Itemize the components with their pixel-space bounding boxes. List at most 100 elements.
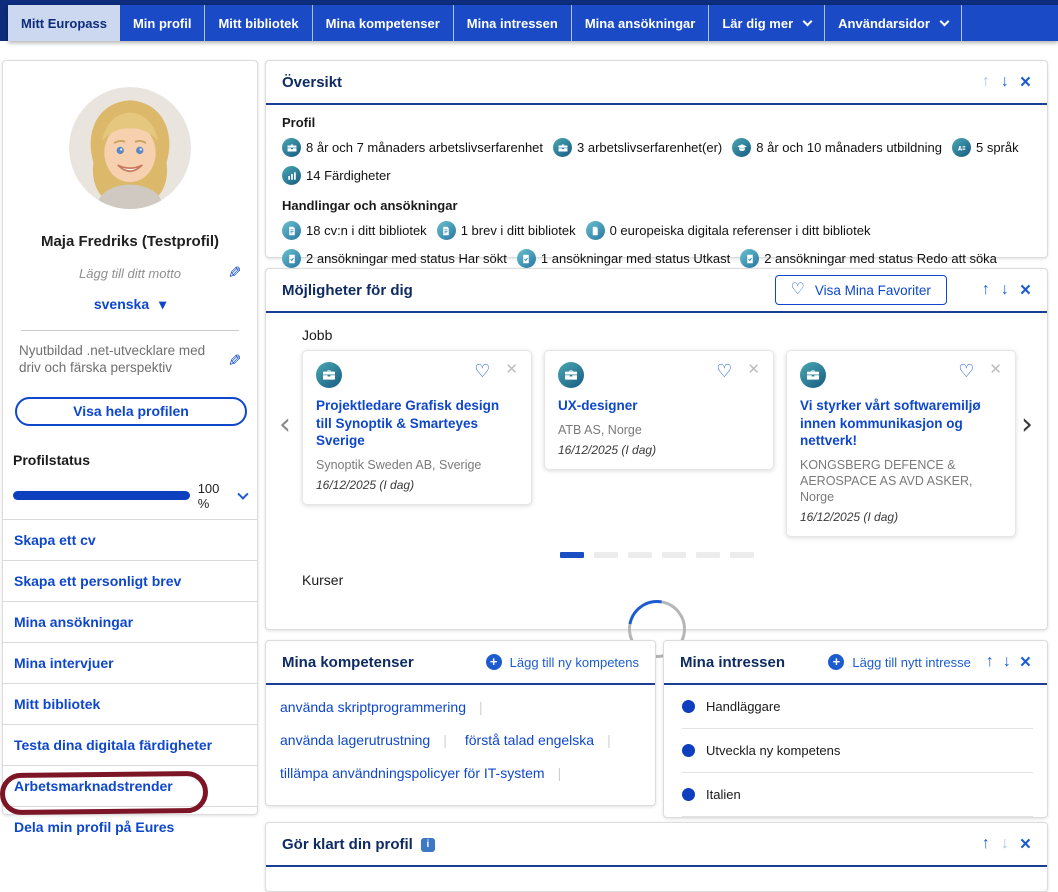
- dismiss-card-icon[interactable]: [505, 362, 518, 377]
- briefcase-icon: [800, 362, 826, 388]
- cv-document-icon: [282, 221, 301, 240]
- reference-file-icon: [586, 221, 605, 240]
- sidebar-item-testa-fardigheter[interactable]: Testa dina digitala färdigheter: [3, 725, 257, 766]
- briefcase-icon: [553, 138, 572, 157]
- close-icon[interactable]: [1020, 281, 1031, 300]
- sidebar-menu: Skapa ett cv Skapa ett personligt brev M…: [3, 519, 257, 848]
- edit-motto-pencil-icon[interactable]: [228, 263, 241, 283]
- courses-label: Kurser: [302, 572, 1047, 588]
- job-title-link[interactable]: UX-designer: [558, 397, 760, 415]
- complete-profile-panel: Gör klart din profil: [265, 822, 1048, 892]
- favorite-heart-icon[interactable]: [716, 362, 732, 380]
- stat-letters-in-library: 1 brev i ditt bibliotek: [437, 221, 576, 240]
- competence-link[interactable]: använda skriptprogrammering: [280, 699, 483, 715]
- move-up-icon[interactable]: [986, 654, 994, 670]
- stat-languages: 5 språk: [952, 138, 1019, 157]
- profile-sidebar: Maja Fredriks (Testprofil) Lägg till dit…: [2, 60, 258, 815]
- sidebar-item-dela-profil-eures[interactable]: Dela min profil på Eures: [3, 807, 257, 848]
- sidebar-item-mina-intervjuer[interactable]: Mina intervjuer: [3, 643, 257, 684]
- avatar: [69, 87, 191, 209]
- nav-tab-anvandarsidor[interactable]: Användarsidor: [825, 5, 962, 41]
- profile-name: Maja Fredriks (Testprofil): [3, 233, 257, 250]
- job-card: Vi styrker vårt softwaremiljø innen komm…: [786, 350, 1016, 537]
- profile-section-label: Profil: [282, 115, 1031, 130]
- sidebar-item-mina-ansokningar[interactable]: Mina ansökningar: [3, 602, 257, 643]
- close-icon[interactable]: [1020, 73, 1031, 92]
- profile-description: Nyutbildad .net-utvecklare med driv och …: [19, 343, 214, 377]
- sidebar-item-skapa-cv[interactable]: Skapa ett cv: [3, 520, 257, 561]
- close-icon[interactable]: [1020, 835, 1031, 854]
- triangle-down-icon: [149, 296, 166, 312]
- move-up-icon[interactable]: [982, 74, 990, 90]
- dismiss-card-icon[interactable]: [747, 362, 760, 377]
- favorite-heart-icon[interactable]: [958, 362, 974, 380]
- language-selector[interactable]: svenska: [3, 296, 257, 313]
- pagination-bar[interactable]: [696, 552, 720, 558]
- interests-list: Handläggare Utveckla ny kompetens Italie…: [664, 685, 1047, 817]
- add-competence-link[interactable]: Lägg till ny kompetens: [486, 654, 639, 670]
- bullet-icon: [682, 700, 695, 713]
- info-icon[interactable]: [421, 838, 435, 852]
- carousel-next-icon[interactable]: [1021, 407, 1033, 442]
- pagination-bar[interactable]: [594, 552, 618, 558]
- interests-title: Mina intressen: [680, 654, 785, 671]
- add-interest-link[interactable]: Lägg till nytt intresse: [828, 654, 971, 670]
- move-down-icon[interactable]: [1001, 74, 1009, 90]
- pagination-bar[interactable]: [730, 552, 754, 558]
- sidebar-item-arbetsmarknadstrender[interactable]: Arbetsmarknadstrender: [3, 766, 257, 807]
- nav-tab-lar-dig-mer[interactable]: Lär dig mer: [709, 5, 825, 41]
- sidebar-item-mitt-bibliotek[interactable]: Mitt bibliotek: [3, 684, 257, 725]
- bullet-icon: [682, 788, 695, 801]
- dismiss-card-icon[interactable]: [989, 362, 1002, 377]
- favorite-heart-icon[interactable]: [474, 362, 490, 380]
- overview-title: Översikt: [282, 74, 342, 91]
- edit-description-pencil-icon[interactable]: [228, 351, 241, 371]
- top-navigation-bar: Mitt Europass Min profil Mitt bibliotek …: [8, 5, 1058, 41]
- heart-icon: [791, 282, 805, 298]
- job-card: Projektledare Grafisk design till Synopt…: [302, 350, 532, 505]
- briefcase-icon: [558, 362, 584, 388]
- motto-placeholder[interactable]: Lägg till ditt motto: [79, 266, 181, 281]
- stat-skills: 14 Färdigheter: [282, 166, 391, 185]
- interests-panel: Mina intressen Lägg till nytt intresse H…: [663, 640, 1048, 818]
- pagination-bar[interactable]: [662, 552, 686, 558]
- view-full-profile-button[interactable]: Visa hela profilen: [15, 397, 247, 426]
- move-down-icon[interactable]: [1001, 836, 1009, 852]
- pagination-bar[interactable]: [560, 552, 584, 558]
- nav-tab-mina-ansokningar[interactable]: Mina ansökningar: [572, 5, 710, 41]
- nav-tab-mitt-bibliotek[interactable]: Mitt bibliotek: [205, 5, 312, 41]
- job-title-link[interactable]: Vi styrker vårt softwaremiljø innen komm…: [800, 397, 1002, 450]
- job-title-link[interactable]: Projektledare Grafisk design till Synopt…: [316, 397, 518, 450]
- move-down-icon[interactable]: [1003, 654, 1011, 670]
- show-favorites-button[interactable]: Visa Mina Favoriter: [775, 275, 947, 305]
- nav-tab-mina-kompetenser[interactable]: Mina kompetenser: [313, 5, 454, 41]
- interest-item: Italien: [682, 773, 1033, 817]
- carousel-prev-icon[interactable]: [279, 407, 291, 442]
- expand-status-chevron-icon[interactable]: [238, 488, 249, 499]
- move-up-icon[interactable]: [982, 836, 990, 852]
- jobs-label: Jobb: [302, 327, 1047, 343]
- nav-tab-min-profil[interactable]: Min profil: [120, 5, 206, 41]
- move-up-icon[interactable]: [982, 282, 990, 298]
- job-cards-carousel: Projektledare Grafisk design till Synopt…: [302, 350, 1047, 537]
- stat-cvs-in-library: 18 cv:n i ditt bibliotek: [282, 221, 427, 240]
- language-value: svenska: [94, 296, 149, 312]
- bar-chart-icon: [282, 166, 301, 185]
- profile-progress-value: 100 %: [198, 481, 233, 511]
- profile-progress-bar: [13, 491, 190, 500]
- stat-digital-references: 0 europeiska digitala referenser i ditt …: [586, 221, 871, 240]
- top-navigation: Mitt Europass Min profil Mitt bibliotek …: [0, 0, 1058, 41]
- competence-link[interactable]: förstå talad engelska: [465, 732, 611, 748]
- competence-link[interactable]: använda lagerutrustning: [280, 732, 447, 748]
- nav-tab-mina-intressen[interactable]: Mina intressen: [454, 5, 572, 41]
- sidebar-item-skapa-brev[interactable]: Skapa ett personligt brev: [3, 561, 257, 602]
- complete-profile-title: Gör klart din profil: [282, 836, 435, 853]
- move-down-icon[interactable]: [1001, 282, 1009, 298]
- job-date: 16/12/2025 (I dag): [800, 510, 1002, 524]
- close-icon[interactable]: [1020, 653, 1031, 672]
- job-date: 16/12/2025 (I dag): [316, 478, 518, 492]
- competence-link[interactable]: tillämpa användningspolicyer för IT-syst…: [280, 765, 561, 781]
- divider: [21, 330, 239, 331]
- nav-tab-mitt-europass[interactable]: Mitt Europass: [8, 5, 120, 41]
- pagination-bar[interactable]: [628, 552, 652, 558]
